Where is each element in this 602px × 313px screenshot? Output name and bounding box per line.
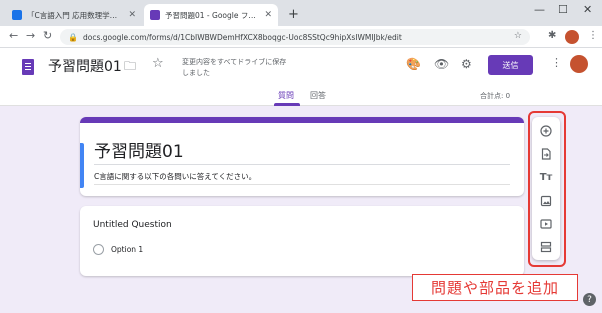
question-card[interactable]: Untitled Question Option 1 <box>80 206 524 276</box>
browser-tab-forms[interactable]: 予習問題01 - Google フォーム ✕ <box>144 4 278 26</box>
form-title[interactable]: 予習問題01 <box>94 137 184 162</box>
new-tab-button[interactable]: + <box>288 7 299 22</box>
browser-toolbar: ← → ↻ 🔒 docs.google.com/forms/d/1CbIWBWD… <box>0 26 602 48</box>
tab-responses[interactable]: 回答 <box>310 90 326 101</box>
active-tab-indicator <box>274 103 300 106</box>
forms-favicon-icon <box>150 10 160 20</box>
tab-questions[interactable]: 質問 <box>278 90 294 101</box>
form-description[interactable]: C言語に関する以下の各問いに答えてください。 <box>94 171 256 182</box>
forward-icon[interactable]: → <box>26 29 35 42</box>
close-tab-icon[interactable]: ✕ <box>128 10 136 20</box>
close-window-icon[interactable]: ✕ <box>583 3 592 16</box>
send-button[interactable]: 送信 <box>488 55 533 75</box>
focus-indicator <box>80 143 84 188</box>
annotation-callout: 問題や部品を追加 <box>412 274 578 301</box>
address-bar[interactable]: 🔒 docs.google.com/forms/d/1CbIWBWDemHfXC… <box>60 29 530 45</box>
divider <box>94 184 510 185</box>
maximize-icon[interactable]: ☐ <box>558 3 568 16</box>
browser-tabstrip: 「C言語入門 応用数理学科 2年」(C ✕ 予習問題01 - Google フォ… <box>0 0 602 26</box>
browser-tab-c-course[interactable]: 「C言語入門 応用数理学科 2年」(C ✕ <box>6 4 142 26</box>
bookmark-star-icon[interactable]: ☆ <box>514 31 522 41</box>
back-icon[interactable]: ← <box>9 29 18 42</box>
reload-icon[interactable]: ↻ <box>43 29 52 42</box>
divider <box>94 164 510 165</box>
extensions-icon[interactable]: ✱ <box>548 30 556 41</box>
document-title[interactable]: 予習問題01 <box>48 56 122 76</box>
folder-icon[interactable]: 🗀 <box>124 57 136 78</box>
more-options-icon[interactable]: ⋮ <box>551 56 562 69</box>
toolbar-highlight-annotation <box>528 111 566 267</box>
classroom-favicon-icon <box>12 10 22 20</box>
forms-logo-icon[interactable] <box>22 59 34 75</box>
option-label[interactable]: Option 1 <box>111 245 143 254</box>
save-status: 変更内容をすべてドライブに保存しました <box>182 58 287 77</box>
palette-icon[interactable]: 🎨 <box>406 57 421 71</box>
browser-profile-avatar[interactable] <box>565 30 579 44</box>
account-avatar[interactable] <box>570 55 588 73</box>
browser-tab-title: 「C言語入門 応用数理学科 2年」(C <box>27 10 125 20</box>
help-icon[interactable]: ? <box>583 293 596 306</box>
settings-gear-icon[interactable]: ⚙ <box>461 57 472 71</box>
minimize-icon[interactable]: — <box>534 3 545 16</box>
url-text: docs.google.com/forms/d/1CbIWBWDemHfXCX8… <box>82 32 402 42</box>
forms-header: 予習問題01 🗀 ☆ 変更内容をすべてドライブに保存しました 🎨 👁 ⚙ 送信 … <box>0 48 602 106</box>
close-tab-icon[interactable]: ✕ <box>264 10 272 20</box>
browser-tab-title: 予習問題01 - Google フォーム <box>165 10 261 20</box>
form-title-card[interactable]: 予習問題01 C言語に関する以下の各問いに答えてください。 <box>80 117 524 196</box>
star-icon[interactable]: ☆ <box>152 56 164 71</box>
lock-icon: 🔒 <box>68 32 78 42</box>
question-title[interactable]: Untitled Question <box>93 220 172 230</box>
total-points: 合計点: 0 <box>480 92 511 100</box>
browser-menu-icon[interactable]: ⋮ <box>588 30 598 41</box>
radio-option-icon[interactable] <box>93 244 104 255</box>
preview-eye-icon[interactable]: 👁 <box>434 57 449 71</box>
